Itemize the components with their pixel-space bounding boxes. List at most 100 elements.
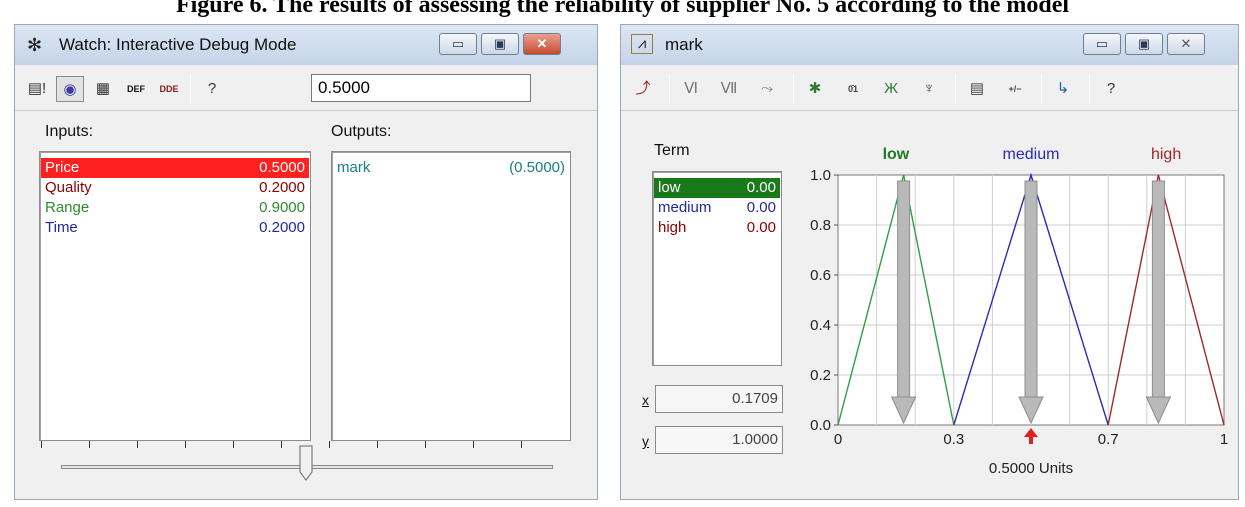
input-value: 0.9000: [259, 199, 305, 216]
slider-thumb[interactable]: [299, 445, 313, 481]
link-icon[interactable]: ↳: [1049, 76, 1077, 102]
watch-maximize-button[interactable]: ▣: [481, 33, 519, 55]
inputs-label: Inputs:: [45, 123, 94, 140]
outputs-list[interactable]: mark (0.5000): [331, 151, 571, 441]
x-value-field: 0.1709: [655, 385, 783, 413]
output-value: (0.5000): [509, 159, 565, 176]
slider-tick: [377, 441, 378, 448]
toolbar-separator: [190, 74, 191, 104]
trace-icon[interactable]: ◉: [56, 76, 84, 102]
x-tick-label: 0: [834, 431, 842, 448]
membership-icon[interactable]: Ж: [877, 76, 905, 102]
slider-tick: [233, 441, 234, 448]
mark-title: mark: [665, 35, 703, 54]
centroid-arrow-shaft: [1151, 180, 1165, 398]
input-name: Time: [45, 219, 78, 236]
mark-maximize-button[interactable]: ▣: [1125, 33, 1163, 55]
input-value: 0.5000: [259, 159, 305, 176]
slider-tick: [89, 441, 90, 448]
term-value: 0.00: [746, 179, 776, 196]
slider-tick: [41, 441, 42, 448]
legend-high: high: [1151, 146, 1181, 163]
output-name: mark: [337, 159, 371, 176]
watch-close-button[interactable]: ✕: [523, 33, 561, 55]
y-tick-label: 0.6: [810, 267, 831, 284]
membership-chart[interactable]: 0.0 0.2 0.4 0.6 0.8 1.0 0 0.3 0.7 1 low medium high 0…: [790, 140, 1230, 485]
slider-tick: [137, 441, 138, 448]
term-name: high: [658, 219, 687, 236]
y-label: y: [642, 433, 649, 449]
term-row[interactable]: low 0.00: [654, 178, 780, 198]
slider-ticks: [41, 441, 541, 453]
watch-mode-icon[interactable]: ▤!: [23, 76, 51, 102]
x-label: x: [642, 392, 649, 408]
clipboard-icon[interactable]: ▦: [89, 76, 117, 102]
slider-tick: [521, 441, 522, 448]
input-row[interactable]: Time 0.2000: [41, 218, 309, 238]
input-name: Quality: [45, 179, 92, 196]
toolbar-separator: [1041, 74, 1042, 104]
figure-caption: Figure 6. The results of assessing the r…: [175, 0, 1070, 18]
term-row[interactable]: high 0.00: [654, 218, 780, 238]
arrow-up-right-icon[interactable]: ⤴: [629, 76, 657, 102]
input-name: Price: [45, 159, 80, 176]
normalize-icon[interactable]: 0̄1: [839, 76, 867, 102]
add-term-icon[interactable]: ✱: [801, 76, 829, 102]
terms-list[interactable]: low 0.00 medium 0.00 high 0.00: [652, 171, 782, 366]
help-icon[interactable]: ?: [198, 76, 226, 102]
input-name: Range: [45, 199, 90, 216]
mark-minimize-button[interactable]: ▭: [1083, 33, 1121, 55]
toolbar-separator: [955, 74, 956, 104]
def-icon[interactable]: DEF: [122, 76, 150, 102]
term-row[interactable]: medium 0.00: [654, 198, 780, 218]
input-row[interactable]: Range 0.9000: [41, 198, 309, 218]
output-row[interactable]: mark (0.5000): [333, 158, 569, 178]
y-tick-label: 0.2: [810, 367, 831, 384]
legend-low: low: [883, 146, 910, 163]
term-value: 0.00: [746, 219, 776, 236]
mark-close-button[interactable]: ✕: [1167, 33, 1205, 55]
input-value: 0.2000: [259, 219, 305, 236]
x-tick-label: 0.7: [1098, 431, 1119, 448]
y-tick-label: 0.4: [810, 317, 831, 334]
watch-value-input[interactable]: 0.5000: [311, 74, 531, 102]
shape-3-icon[interactable]: ⤳: [753, 76, 781, 102]
dde-icon[interactable]: DDE: [155, 76, 183, 102]
input-row[interactable]: Quality 0.2000: [41, 178, 309, 198]
shape-1-icon[interactable]: Ⅵ: [677, 76, 705, 102]
document-icon[interactable]: ▤: [963, 76, 991, 102]
legend-medium: medium: [1003, 146, 1060, 163]
inputs-list[interactable]: Price 0.5000 Quality 0.2000 Range 0.9000 Time 0…: [39, 151, 311, 441]
y-tick-label: 1.0: [810, 167, 831, 184]
watch-title: Watch: Interactive Debug Mode: [59, 35, 297, 54]
slider-tick: [473, 441, 474, 448]
input-row[interactable]: Price 0.5000: [41, 158, 309, 178]
term-name: low: [658, 179, 681, 196]
toolbar-separator: [669, 74, 670, 104]
input-value: 0.2000: [259, 179, 305, 196]
watch-minimize-button[interactable]: ▭: [439, 33, 477, 55]
help-icon[interactable]: ?: [1097, 76, 1125, 102]
centroid-arrow-shaft: [897, 180, 911, 398]
input-marker-stem: [1029, 436, 1033, 444]
slider-tick: [185, 441, 186, 448]
shape-2-icon[interactable]: Ⅶ: [715, 76, 743, 102]
y-tick-label: 0.8: [810, 217, 831, 234]
slider-tick: [329, 441, 330, 448]
x-tick-label: 0.3: [943, 431, 964, 448]
x-tick-label: 1: [1220, 431, 1228, 448]
toolbar-separator: [793, 74, 794, 104]
centroid-arrow-shaft: [1024, 180, 1038, 398]
plant-icon[interactable]: ♆: [915, 76, 943, 102]
input-marker-head: [1024, 428, 1038, 437]
outputs-label: Outputs:: [331, 123, 392, 140]
plus-minus-icon[interactable]: +/−: [1001, 76, 1029, 102]
slider-tick: [425, 441, 426, 448]
bug-icon: ✻: [27, 35, 43, 55]
mark-titlebar[interactable]: ⩘ mark ▭ ▣ ✕: [621, 25, 1238, 65]
term-label: Term: [654, 142, 690, 159]
watch-titlebar[interactable]: ✻ Watch: Interactive Debug Mode ▭ ▣ ✕: [15, 25, 597, 65]
mark-toolbar: ⤴ Ⅵ Ⅶ ⤳ ✱ 0̄1 Ж ♆ ▤ +/− ↳?: [621, 65, 1238, 111]
watch-window: ✻ Watch: Interactive Debug Mode ▭ ▣ ✕ ▤!…: [14, 24, 598, 500]
y-tick-label: 0.0: [810, 417, 831, 434]
